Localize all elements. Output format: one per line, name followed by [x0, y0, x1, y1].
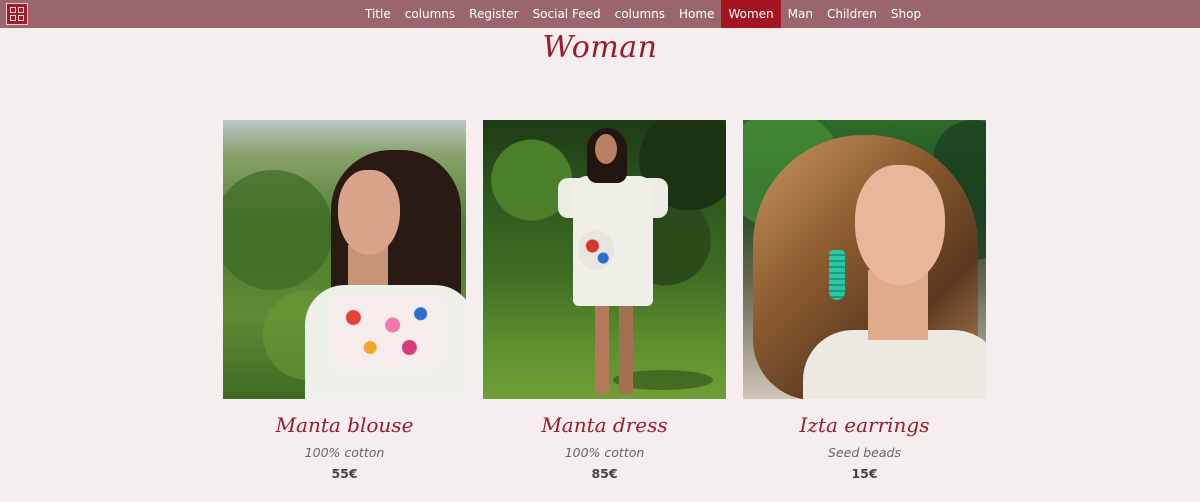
- beaded-earring: [829, 250, 845, 300]
- nav-item-columns[interactable]: columns: [398, 0, 462, 28]
- model-face: [595, 134, 617, 164]
- product-photo[interactable]: [743, 120, 986, 399]
- product-name[interactable]: Izta earrings: [743, 413, 986, 439]
- model-shirt: [803, 330, 986, 399]
- product-price: 85€: [591, 466, 618, 481]
- nav-item-women[interactable]: Women: [721, 0, 781, 28]
- nav-item-home[interactable]: Home: [672, 0, 721, 28]
- product-card[interactable]: Manta blouse 100% cotton 55€: [223, 120, 466, 481]
- product-photo[interactable]: [223, 120, 466, 399]
- nav-item-columns-2[interactable]: columns: [608, 0, 672, 28]
- product-card[interactable]: Manta dress 100% cotton 85€: [483, 120, 726, 481]
- brand-logo[interactable]: [6, 3, 28, 25]
- top-navigation-bar: Title columns Register Social Feed colum…: [0, 0, 1200, 28]
- logo-glyph: [18, 15, 24, 21]
- embroidery-pattern: [578, 230, 614, 270]
- nav-item-shop[interactable]: Shop: [884, 0, 928, 28]
- logo-glyph: [10, 15, 16, 21]
- logo-glyph: [10, 7, 16, 13]
- product-material: Seed beads: [828, 445, 901, 460]
- nav-item-register[interactable]: Register: [462, 0, 525, 28]
- product-name[interactable]: Manta blouse: [223, 413, 466, 439]
- model-legs: [595, 306, 635, 394]
- model-face: [855, 165, 945, 285]
- logo-glyph: [18, 7, 24, 13]
- foliage-shape: [223, 170, 333, 290]
- page-title: Woman: [542, 30, 658, 65]
- product-price: 55€: [331, 466, 358, 481]
- product-price: 15€: [851, 466, 878, 481]
- product-material: 100% cotton: [564, 445, 645, 460]
- product-photo[interactable]: [483, 120, 726, 399]
- nav-item-title[interactable]: Title: [358, 0, 398, 28]
- main-menu: Title columns Register Social Feed colum…: [358, 0, 928, 28]
- embroidery-pattern: [331, 295, 443, 370]
- product-name[interactable]: Manta dress: [483, 413, 726, 439]
- product-material: 100% cotton: [304, 445, 385, 460]
- model-face: [338, 170, 400, 255]
- nav-item-man[interactable]: Man: [781, 0, 820, 28]
- product-card[interactable]: Izta earrings Seed beads 15€: [743, 120, 986, 481]
- nav-item-children[interactable]: Children: [820, 0, 884, 28]
- nav-item-social-feed[interactable]: Social Feed: [526, 0, 608, 28]
